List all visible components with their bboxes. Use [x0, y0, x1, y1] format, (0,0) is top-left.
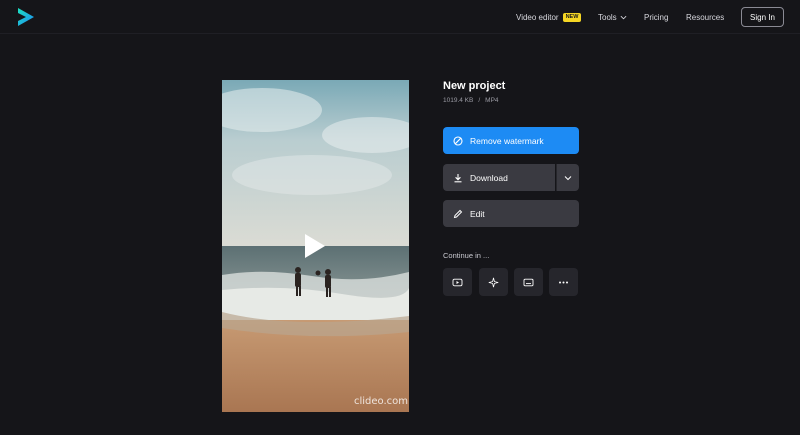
subtitles-icon — [523, 278, 534, 286]
nav-video-editor-label: Video editor — [516, 12, 559, 22]
nav-pricing[interactable]: Pricing — [644, 0, 668, 34]
nav-tools-label: Tools — [598, 12, 617, 22]
meta-separator: / — [478, 97, 481, 104]
youtube-icon — [452, 278, 463, 286]
edit-label: Edit — [470, 208, 485, 219]
no-sign-icon — [453, 135, 463, 146]
clideo-logo-icon[interactable] — [16, 7, 36, 27]
nav-tools-menu[interactable]: Tools — [598, 0, 627, 34]
continue-youtube-button[interactable] — [443, 268, 472, 296]
chevron-down-icon — [620, 15, 627, 19]
clideo-watermark: clideo.com — [354, 396, 409, 407]
project-title: New project — [443, 80, 506, 92]
nav-resources-label: Resources — [686, 12, 725, 22]
continue-more-button[interactable] — [549, 268, 578, 296]
more-icon — [559, 281, 568, 283]
project-meta: 1019.4 KB / MP4 — [443, 97, 499, 104]
play-icon[interactable] — [303, 233, 327, 259]
pencil-icon — [453, 209, 463, 218]
top-navigation-bar: Video editor NEW Tools Pricing Resources… — [0, 0, 800, 34]
edit-button[interactable]: Edit — [443, 200, 579, 227]
new-badge: NEW — [562, 12, 582, 22]
sign-in-button[interactable]: Sign In — [741, 7, 784, 27]
download-options-dropdown[interactable] — [556, 164, 579, 191]
download-label: Download — [470, 172, 508, 183]
remove-watermark-label: Remove watermark — [470, 135, 544, 146]
continue-enhance-button[interactable] — [479, 268, 508, 296]
remove-watermark-button[interactable]: Remove watermark — [443, 127, 579, 154]
chevron-down-icon — [564, 175, 572, 180]
sparkle-icon — [488, 277, 499, 287]
nav-resources[interactable]: Resources — [686, 0, 724, 34]
file-format: MP4 — [485, 97, 499, 104]
download-icon — [454, 173, 462, 182]
nav-pricing-label: Pricing — [644, 12, 669, 22]
continue-subtitles-button[interactable] — [514, 268, 543, 296]
continue-in-label: Continue in ... — [443, 251, 490, 260]
download-button[interactable]: Download — [443, 164, 555, 191]
nav-video-editor[interactable]: Video editor NEW — [516, 0, 582, 34]
file-size: 1019.4 KB — [443, 97, 474, 104]
